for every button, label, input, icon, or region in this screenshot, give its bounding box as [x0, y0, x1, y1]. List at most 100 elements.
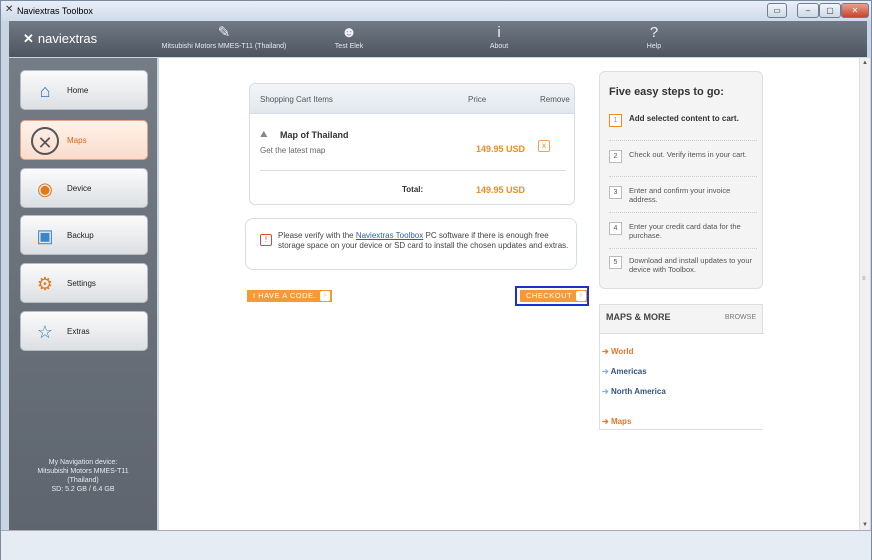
divider: [609, 248, 757, 249]
sidebar-item-extras[interactable]: ☆ Extras: [20, 311, 148, 351]
close-button[interactable]: ✕: [841, 3, 869, 18]
maps-link-north-america[interactable]: ➔ North America: [602, 387, 666, 396]
user-button[interactable]: ☻ Test Elek: [324, 21, 374, 57]
brand-name: naviextras: [37, 31, 98, 46]
top-toolbar: ✕ naviextras ✎ Mitsubishi Motors MMES-T11 …: [9, 21, 867, 57]
sidebar-item-label: Extras: [67, 327, 90, 336]
step-text: Download and install updates to your dev…: [629, 256, 752, 274]
maps-link-label: North America: [610, 387, 666, 396]
maps-link-label: Maps: [610, 417, 632, 426]
sidebar-item-backup[interactable]: ▣ Backup: [20, 215, 148, 255]
window-title: Naviextras Toolbox: [17, 6, 93, 16]
divider: [609, 176, 757, 177]
shopping-cart: Shopping Cart Items Price Remove ⛰ Map of…: [249, 83, 575, 205]
divider: [609, 140, 757, 141]
divider: [609, 212, 757, 213]
step-2: 2 Check out. Verify items in your cart.: [609, 150, 759, 163]
device-info-line: Mitsubishi Motors MMES-T11: [37, 468, 129, 475]
sidebar-item-label: Settings: [67, 279, 96, 288]
arrow-icon: ➔: [602, 347, 611, 356]
compass-icon: ✕: [31, 127, 59, 155]
device-info-line: (Thailand): [67, 477, 99, 484]
cart-header: Shopping Cart Items Price Remove: [250, 84, 574, 114]
divider: [260, 170, 566, 171]
device-name: Mitsubishi Motors MMES-T11 (Thailand): [161, 43, 287, 50]
step-text: Enter your credit card data for the purc…: [629, 222, 741, 240]
toolbox-link[interactable]: Naviextras Toolbox: [356, 231, 423, 240]
step-number: 3: [609, 186, 622, 199]
notice-text-pre: Please verify with the: [278, 231, 356, 240]
arrow-icon: ➔: [602, 367, 611, 376]
steps-panel: Five easy steps to go: 1 Add selected con…: [599, 71, 763, 289]
scroll-down-icon[interactable]: ▼: [862, 522, 868, 528]
status-bar: [1, 530, 871, 560]
sidebar-item-label: Maps: [67, 136, 87, 145]
device-info-line: My Navigation device:: [48, 459, 118, 466]
scrollbar[interactable]: ▲ ≡ ▼: [859, 58, 870, 530]
sidebar-item-label: Device: [67, 184, 92, 193]
scroll-grip-icon[interactable]: ≡: [862, 276, 866, 282]
device-selector[interactable]: ✎ Mitsubishi Motors MMES-T11 (Thailand): [149, 21, 299, 57]
step-number: 5: [609, 256, 622, 269]
remove-item-button[interactable]: x: [538, 140, 550, 152]
maps-link-label: World: [610, 347, 634, 356]
step-number: 4: [609, 222, 622, 235]
arrow-icon: ➔: [602, 417, 611, 426]
connector-icon: ✎: [217, 24, 231, 41]
storage-notice: ! Please verify with the Naviextras Tool…: [245, 218, 577, 270]
arrow-right-icon: ›: [320, 291, 331, 301]
step-text: Enter and confirm your invoice address.: [629, 186, 731, 204]
maps-link-label: Americas: [610, 367, 647, 376]
step-4: 4 Enter your credit card data for the pur…: [609, 222, 759, 240]
scroll-up-icon[interactable]: ▲: [862, 60, 868, 66]
steps-title: Five easy steps to go:: [609, 86, 724, 98]
item-description: Get the latest map: [260, 146, 326, 155]
gear-icon: ⚙: [36, 274, 54, 294]
maps-title: MAPS & MORE: [606, 312, 671, 322]
title-bar: ✕ Naviextras Toolbox ▭ – ▢ ✕: [1, 1, 871, 21]
step-number: 1: [609, 114, 622, 127]
info-icon: i: [497, 24, 501, 41]
sidebar-item-settings[interactable]: ⚙ Settings: [20, 263, 148, 303]
map-icon: ⛰: [260, 129, 268, 139]
total-label: Total:: [402, 185, 424, 194]
sidebar-item-maps[interactable]: ✕ Maps: [20, 120, 148, 160]
cart-item: ⛰ Map of Thailand Get the latest map: [260, 129, 349, 155]
warning-icon: !: [260, 234, 272, 246]
maximize-button[interactable]: ▢: [819, 3, 841, 18]
sidebar-item-device[interactable]: ◉ Device: [20, 168, 148, 208]
help-label: Help: [646, 43, 662, 50]
help-icon: ?: [649, 24, 659, 41]
maps-link-maps[interactable]: ➔ Maps: [602, 417, 631, 426]
sidebar-item-home[interactable]: ⌂ Home: [20, 70, 148, 110]
user-name: Test Elek: [334, 43, 364, 50]
help-button[interactable]: ? Help: [634, 21, 674, 57]
naviextras-x-icon: ✕: [23, 31, 34, 46]
maps-more-panel: MAPS & MORE BROWSE ➔ World ➔ Americas ➔ …: [599, 304, 764, 430]
backup-icon: ▣: [36, 226, 54, 246]
browse-link[interactable]: BROWSE: [725, 314, 756, 321]
about-button[interactable]: i About: [479, 21, 519, 57]
app-logo-icon: ✕: [5, 4, 14, 15]
checkout-highlight: [515, 286, 589, 306]
step-text: Check out. Verify items in your cart.: [629, 150, 747, 159]
item-name: Map of Thailand: [280, 130, 349, 140]
cart-items-header: Shopping Cart Items: [260, 95, 333, 104]
step-3: 3 Enter and confirm your invoice address.: [609, 186, 759, 204]
maps-link-americas[interactable]: ➔ Americas: [602, 367, 647, 376]
sidebar-item-label: Backup: [67, 231, 94, 240]
app-window: ✕ Naviextras Toolbox ▭ – ▢ ✕ ✕ naviextras…: [0, 0, 872, 560]
total-price: 149.95 USD: [476, 185, 526, 195]
restore-icon[interactable]: ▭: [767, 3, 787, 18]
step-number: 2: [609, 150, 622, 163]
sidebar-item-label: Home: [67, 86, 89, 95]
sidebar: ⌂ Home ✕ Maps ◉ Device ▣ Backup ⚙ Settings ☆ E…: [9, 58, 157, 530]
arrow-icon: ➔: [602, 387, 611, 396]
brand-logo: ✕ naviextras: [23, 31, 97, 47]
minimize-button[interactable]: –: [797, 3, 819, 18]
item-price: 149.95 USD: [476, 144, 526, 154]
step-text: Add selected content to cart.: [629, 114, 739, 123]
main-content: Shopping Cart Items Price Remove ⛰ Map of…: [159, 58, 859, 530]
maps-link-world[interactable]: ➔ World: [602, 347, 633, 356]
i-have-a-code-button[interactable]: I HAVE A CODE. ›: [247, 290, 333, 302]
